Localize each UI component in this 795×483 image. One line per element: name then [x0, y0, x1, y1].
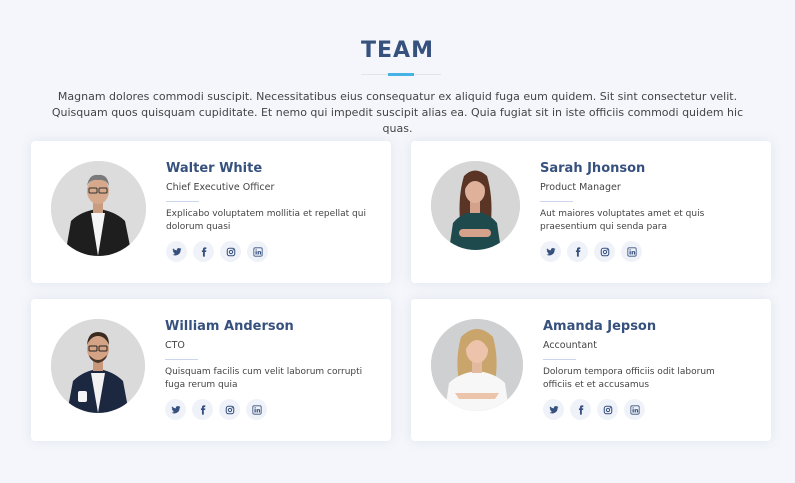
- team-member-card: Sarah Jhonson Product Manager Aut maiore…: [411, 141, 771, 283]
- linkedin-icon[interactable]: [246, 399, 267, 420]
- member-name: Amanda Jepson: [543, 319, 657, 334]
- team-member-card: Walter White Chief Executive Officer Exp…: [31, 141, 391, 283]
- member-photo: [51, 319, 145, 413]
- member-name: William Anderson: [165, 319, 294, 334]
- twitter-icon[interactable]: [166, 241, 187, 262]
- member-name: Walter White: [166, 161, 263, 176]
- team-member-card: William Anderson CTO Quisquam facilis cu…: [31, 299, 391, 441]
- member-photo: [431, 319, 523, 411]
- section-intro: Magnam dolores commodi suscipit. Necessi…: [51, 90, 744, 135]
- member-name: Sarah Jhonson: [540, 161, 646, 176]
- twitter-icon[interactable]: [543, 399, 564, 420]
- member-role: CTO: [165, 340, 185, 351]
- member-description: Explicabo voluptatem mollitia et repella…: [166, 209, 366, 232]
- member-photo: [51, 161, 146, 256]
- facebook-icon[interactable]: [570, 399, 591, 420]
- member-divider: [166, 201, 199, 202]
- member-description: Quisquam facilis cum velit laborum corru…: [165, 367, 363, 390]
- instagram-icon[interactable]: [220, 241, 241, 262]
- member-role: Product Manager: [540, 182, 621, 193]
- facebook-icon[interactable]: [192, 399, 213, 420]
- linkedin-icon[interactable]: [624, 399, 645, 420]
- instagram-icon[interactable]: [219, 399, 240, 420]
- facebook-icon[interactable]: [567, 241, 588, 262]
- linkedin-icon[interactable]: [247, 241, 268, 262]
- title-underline-accent: [388, 73, 414, 76]
- instagram-icon[interactable]: [597, 399, 618, 420]
- member-socials: [540, 241, 642, 262]
- member-description: Aut maiores voluptates amet et quis prae…: [540, 209, 705, 232]
- member-photo: [431, 161, 520, 250]
- member-divider: [540, 201, 573, 202]
- twitter-icon[interactable]: [165, 399, 186, 420]
- facebook-icon[interactable]: [193, 241, 214, 262]
- member-socials: [166, 241, 268, 262]
- linkedin-icon[interactable]: [621, 241, 642, 262]
- member-socials: [543, 399, 645, 420]
- member-divider: [165, 359, 198, 360]
- member-role: Chief Executive Officer: [166, 182, 275, 193]
- instagram-icon[interactable]: [594, 241, 615, 262]
- member-description: Dolorum tempora officiis odit laborum of…: [543, 367, 715, 390]
- member-socials: [165, 399, 267, 420]
- section-title: TEAM: [361, 38, 434, 63]
- member-role: Accountant: [543, 340, 597, 351]
- team-member-card: Amanda Jepson Accountant Dolorum tempora…: [411, 299, 771, 441]
- member-divider: [543, 359, 576, 360]
- twitter-icon[interactable]: [540, 241, 561, 262]
